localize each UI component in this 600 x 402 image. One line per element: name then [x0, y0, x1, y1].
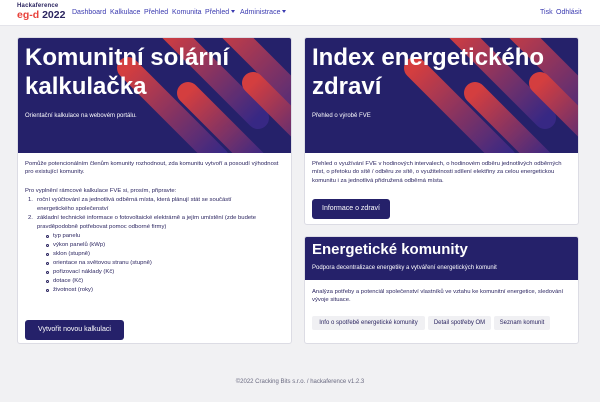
calculator-card: Komunitní solární kalkulačka Orientační …	[17, 37, 292, 344]
calculator-prep-text: Pro vyplnění rámcové kalkulace FVE si, p…	[25, 188, 177, 194]
calculator-title-line2: kalkulačka	[25, 73, 147, 100]
logo-year: 2022	[39, 9, 66, 21]
calculator-subtitle: Orientační kalkulace na webovém portálu.	[25, 113, 137, 119]
nav-prehled-dropdown[interactable]: Přehled	[205, 8, 236, 17]
community-list-link[interactable]: Seznam komunit	[494, 316, 550, 330]
nav-prehled[interactable]: Přehled	[144, 8, 168, 17]
bullet-icon	[46, 244, 49, 247]
nav-tisk[interactable]: Tisk	[540, 8, 553, 17]
nav-komunita[interactable]: Komunita	[172, 8, 202, 17]
list-item-1-line2: energetického společenství	[37, 206, 109, 212]
calculator-title-line1: Komunitní solární	[25, 44, 229, 71]
bullet-icon	[46, 235, 49, 238]
bullet-porizovaci-naklady: pořizovací náklady (Kč)	[53, 269, 115, 275]
bullet-typ-panelu: typ panelu	[53, 233, 81, 239]
nav-kalkulace[interactable]: Kalkulace	[110, 8, 140, 17]
calculator-intro: Pomůže potencionálním členům komunity ro…	[25, 161, 279, 176]
bullet-icon	[46, 289, 49, 292]
list-item-2-line1: základní technické informace o fotovolta…	[37, 215, 257, 221]
nav-dashboard[interactable]: Dashboard	[72, 8, 106, 17]
nav-administrace-label: Administrace	[240, 9, 281, 16]
nav-prehled-dropdown-label: Přehled	[205, 9, 230, 16]
list-item-number-1: 1.	[28, 197, 33, 203]
calculator-hero: Komunitní solární kalkulačka Orientační …	[18, 38, 291, 153]
logo-line2: eg-d 2022	[17, 10, 65, 21]
bullet-icon	[46, 280, 49, 283]
health-description: Přehled o využívání FVE v hodinových int…	[312, 161, 562, 184]
health-hero: Index energetického zdraví Přehled o výr…	[305, 38, 578, 153]
bullet-zivotnost: životnost (roky)	[53, 287, 93, 293]
energy-communities-card: Energetické komunity Podpora decentraliz…	[304, 236, 579, 344]
list-item-2-line2: pravděpodobně potřebovat pomoc odborné f…	[37, 224, 167, 230]
bullet-icon	[46, 253, 49, 256]
communities-header: Energetické komunity Podpora decentraliz…	[305, 237, 578, 280]
list-item-1-line1: roční vyúčtování za jednotlivá odběrná m…	[37, 197, 232, 203]
bullet-vykon-panelu: výkon panelů (kWp)	[53, 242, 106, 248]
health-title-line1: Index energetického	[312, 44, 545, 71]
bullet-dotace: dotace (Kč)	[53, 278, 84, 284]
om-consumption-detail-link[interactable]: Detail spotřeby OM	[428, 316, 491, 330]
bullet-icon	[46, 262, 49, 265]
hackaference-logo[interactable]: Hackaference eg-d 2022	[17, 3, 69, 23]
logo-egd: eg-d	[17, 9, 40, 21]
bullet-sklon: sklon (stupně)	[53, 251, 90, 257]
top-navbar: Hackaference eg-d 2022 Dashboard Kalkula…	[0, 0, 600, 26]
health-subtitle: Přehled o výrobě FVE	[312, 113, 371, 119]
communities-description: Analýza potřeby a potenciál společenství…	[312, 289, 564, 304]
community-consumption-info-link[interactable]: Info o spotřebě energetické komunity	[312, 316, 425, 330]
create-calculation-button[interactable]: Vytvořit novou kalkulaci	[25, 320, 124, 340]
footer-copyright: ©2022 Cracking Bits s.r.o. / hackaferenc…	[235, 379, 365, 385]
bullet-orientace: orientace na světovou stranu (stupně)	[53, 260, 152, 266]
chevron-down-icon	[282, 10, 287, 13]
chevron-down-icon	[231, 10, 236, 13]
list-item-number-2: 2.	[28, 215, 33, 221]
health-index-card: Index energetického zdraví Přehled o výr…	[304, 37, 579, 225]
health-info-button[interactable]: Informace o zdraví	[312, 199, 390, 219]
bullet-icon	[46, 271, 49, 274]
nav-odhlasit[interactable]: Odhlásit	[556, 8, 582, 17]
communities-subtitle: Podpora decentralizace energetiky a vytv…	[312, 265, 497, 271]
nav-administrace-dropdown[interactable]: Administrace	[240, 8, 287, 17]
communities-title: Energetické komunity	[312, 241, 468, 258]
health-title-line2: zdraví	[312, 73, 382, 100]
